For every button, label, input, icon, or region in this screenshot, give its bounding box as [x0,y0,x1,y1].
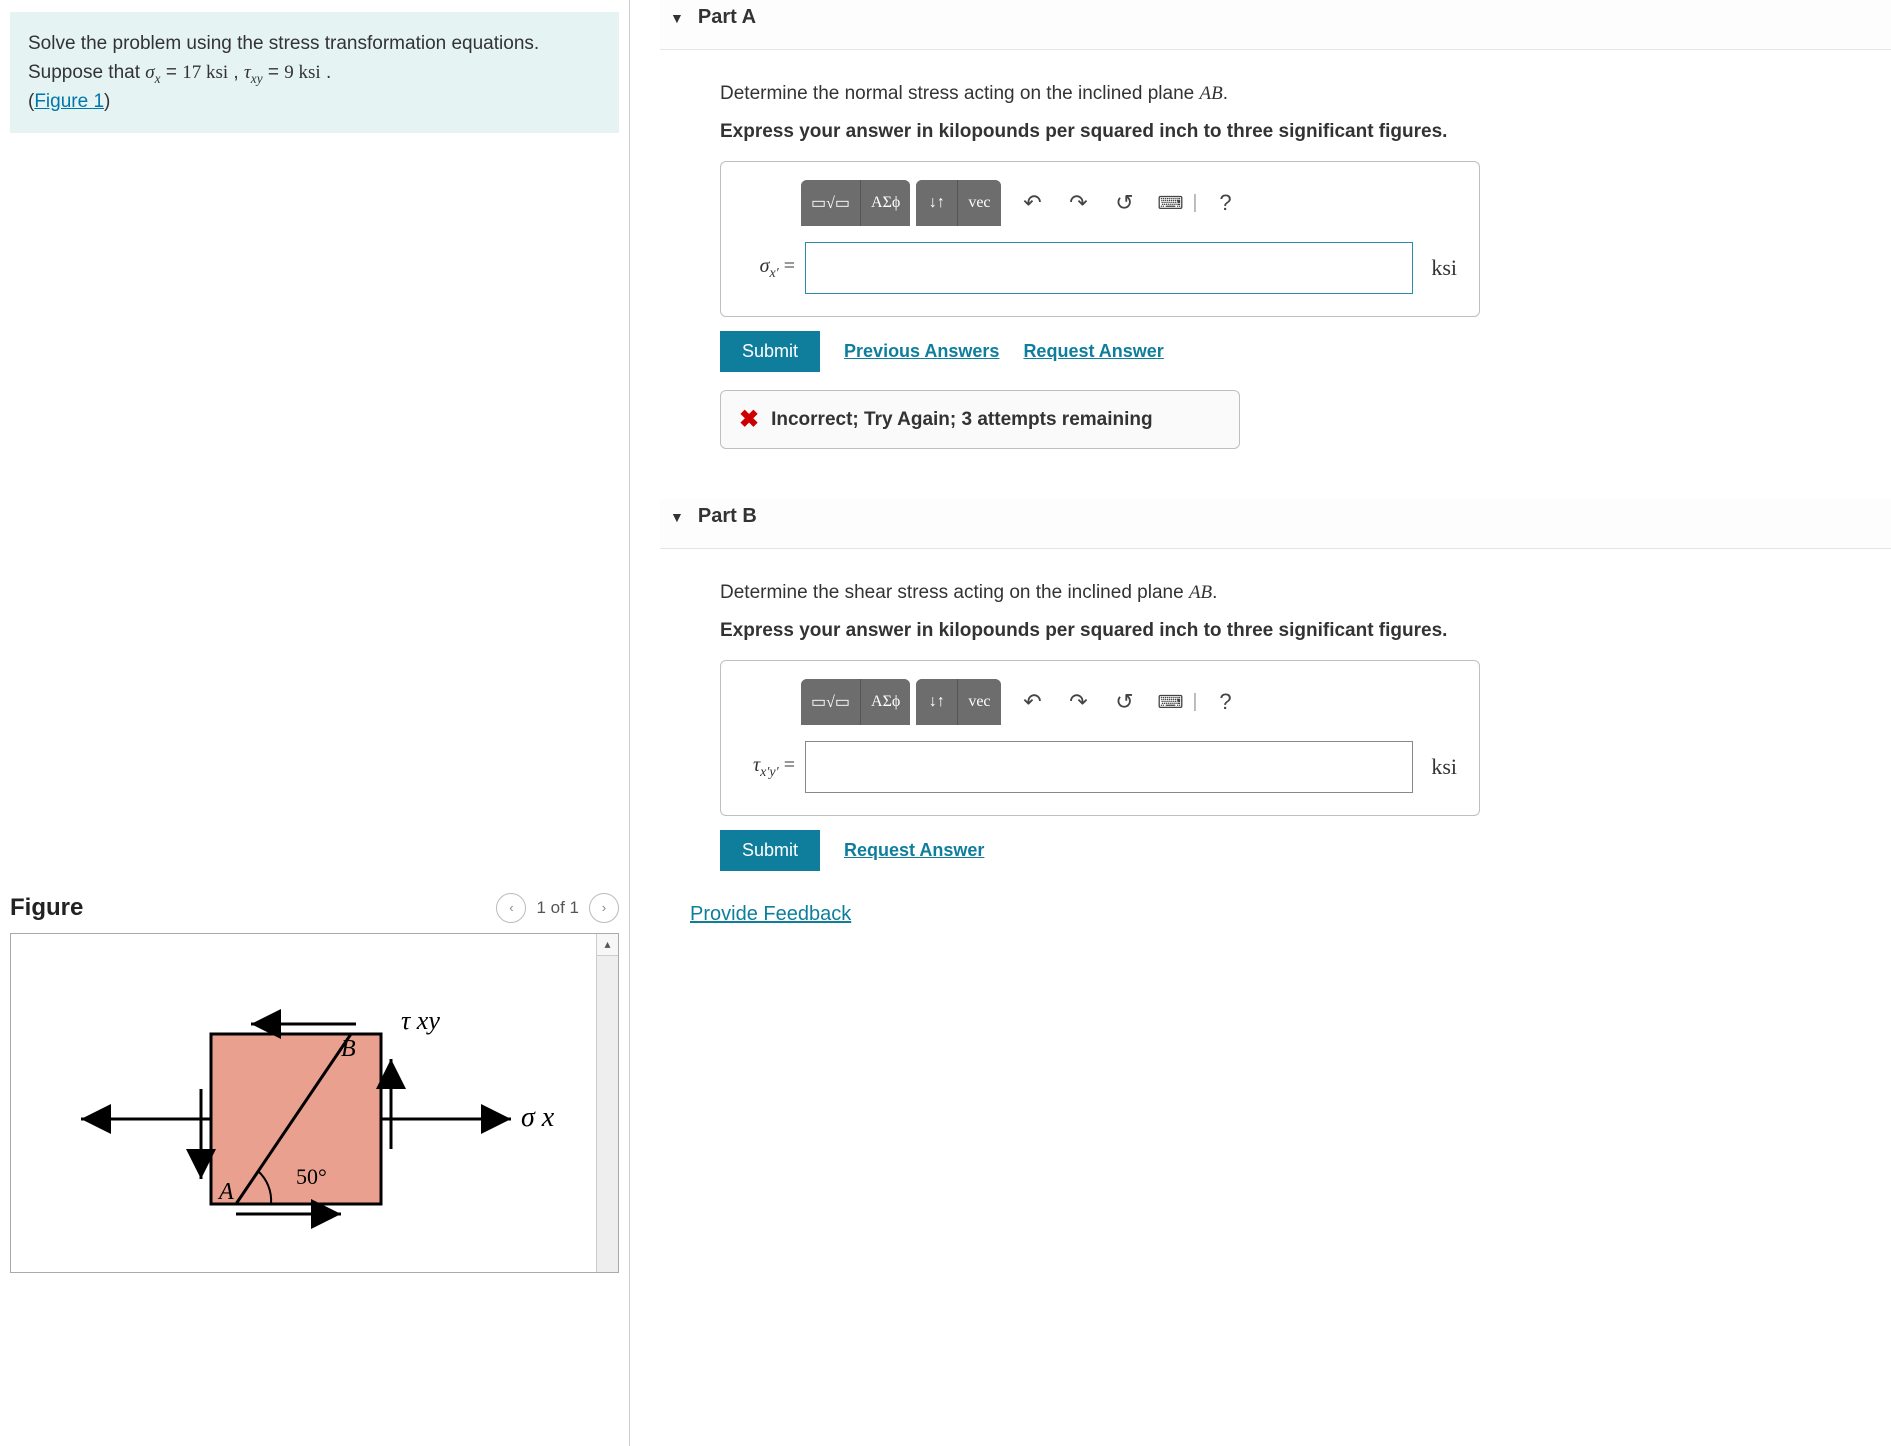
subscript-button[interactable]: ↓↑ [916,679,958,725]
part-a-header[interactable]: ▼ Part A [660,0,1891,50]
problem-statement: Solve the problem using the stress trans… [10,12,619,133]
redo-button[interactable]: ↷ [1059,682,1099,722]
part-b-header[interactable]: ▼ Part B [660,499,1891,549]
collapse-icon: ▼ [670,10,684,26]
label-B: B [341,1036,356,1062]
label-tau-xy: τ xy [401,1006,440,1035]
label-A: A [217,1179,234,1205]
label-angle: 50° [296,1164,327,1189]
reset-button[interactable]: ↺ [1105,682,1145,722]
reset-button[interactable]: ↺ [1105,183,1145,223]
figure-prev-button[interactable]: ‹ [496,893,526,923]
part-b-instruction: Express your answer in kilopounds per sq… [720,617,1750,645]
sigma-x-val: 17 ksi [182,62,228,83]
vector-button[interactable]: vec [958,679,1000,725]
part-a-instruction: Express your answer in kilopounds per sq… [720,118,1750,146]
part-a-previous-answers-link[interactable]: Previous Answers [844,341,999,362]
redo-button[interactable]: ↷ [1059,183,1099,223]
figure-scrollbar[interactable]: ▴ [596,934,618,1272]
figure-scroll-up-icon[interactable]: ▴ [597,934,618,956]
part-b-var-label: τx′y′ = [743,754,795,781]
part-a-feedback: ✖ Incorrect; Try Again; 3 attempts remai… [720,390,1240,449]
part-b-submit-button[interactable]: Submit [720,830,820,871]
part-a-submit-button[interactable]: Submit [720,331,820,372]
greek-button[interactable]: ΑΣϕ [861,180,910,226]
figure-next-button[interactable]: › [589,893,619,923]
subscript-button[interactable]: ↓↑ [916,180,958,226]
figure-counter: 1 of 1 [536,898,579,918]
part-b-answer-input[interactable] [805,741,1413,793]
part-a-feedback-text: Incorrect; Try Again; 3 attempts remaini… [771,409,1153,431]
part-a-request-answer-link[interactable]: Request Answer [1023,341,1163,362]
templates-button[interactable]: ▭√▭ [801,679,861,725]
figure-viewport: ▴ [10,933,619,1273]
part-a-question: Determine the normal stress acting on th… [720,80,1750,108]
incorrect-icon: ✖ [739,405,759,434]
keyboard-button[interactable]: ⌨ [1151,183,1191,223]
part-a-answer-input[interactable] [805,242,1413,294]
templates-button[interactable]: ▭√▭ [801,180,861,226]
provide-feedback-link[interactable]: Provide Feedback [690,903,851,926]
figure-link[interactable]: Figure 1 [34,91,104,112]
label-sigma-x: σ x [521,1102,555,1133]
part-a-answer-box: ▭√▭ ΑΣϕ ↓↑ vec ↶ ↷ ↺ ⌨ | ? σx′ = ksi [720,161,1480,317]
vector-button[interactable]: vec [958,180,1000,226]
undo-button[interactable]: ↶ [1013,183,1053,223]
help-button[interactable]: ? [1205,183,1245,223]
keyboard-button[interactable]: ⌨ [1151,682,1191,722]
part-a-toolbar: ▭√▭ ΑΣϕ ↓↑ vec ↶ ↷ ↺ ⌨ | ? [801,180,1457,226]
greek-button[interactable]: ΑΣϕ [861,679,910,725]
undo-button[interactable]: ↶ [1013,682,1053,722]
tau-xy-val: 9 ksi [284,62,320,83]
part-b-toolbar: ▭√▭ ΑΣϕ ↓↑ vec ↶ ↷ ↺ ⌨ | ? [801,679,1457,725]
part-b-request-answer-link[interactable]: Request Answer [844,840,984,861]
part-a-unit: ksi [1431,255,1457,281]
tau-xy-var: τxy [244,62,263,83]
part-a-title: Part A [698,6,756,29]
part-a-var-label: σx′ = [743,255,795,282]
figure-diagram: τ xy σ x B A 50° [41,974,561,1234]
figure-title: Figure [10,894,83,922]
sigma-x-var: σx [145,62,160,83]
part-b-question: Determine the shear stress acting on the… [720,579,1750,607]
part-b-answer-box: ▭√▭ ΑΣϕ ↓↑ vec ↶ ↷ ↺ ⌨ | ? τx′y′ = k [720,660,1480,816]
collapse-icon: ▼ [670,509,684,525]
part-b-title: Part B [698,505,757,528]
part-b-unit: ksi [1431,754,1457,780]
help-button[interactable]: ? [1205,682,1245,722]
